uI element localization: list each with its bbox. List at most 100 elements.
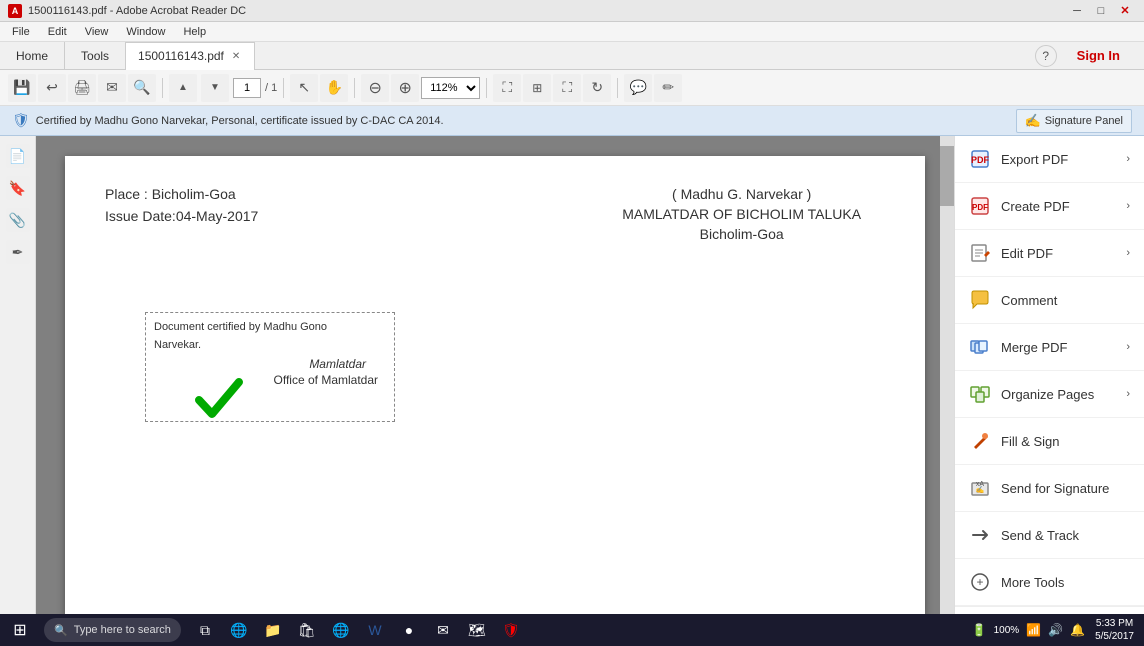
tab-file-label: 1500116143.pdf bbox=[138, 49, 224, 63]
save-button[interactable]: 💾 bbox=[8, 74, 36, 102]
antivirus-button[interactable]: 🛡 bbox=[495, 614, 527, 646]
taskbar-clock[interactable]: 5:33 PM 5/5/2017 bbox=[1091, 617, 1138, 643]
signature-panel-button[interactable]: ✍ Signature Panel bbox=[1016, 109, 1132, 133]
toolbar-separator-4 bbox=[486, 78, 487, 98]
battery-icon: 🔋 bbox=[970, 621, 989, 639]
explorer-button[interactable]: 📁 bbox=[257, 614, 289, 646]
zoom-in-button[interactable]: ⊕ bbox=[391, 74, 419, 102]
pen-button[interactable]: ✏ bbox=[654, 74, 682, 102]
tab-home-label: Home bbox=[16, 49, 48, 63]
sign-in-button[interactable]: Sign In bbox=[1065, 44, 1132, 67]
minimize-button[interactable]: ─ bbox=[1066, 3, 1088, 19]
menu-view[interactable]: View bbox=[77, 24, 117, 40]
hand-tool-button[interactable]: ✋ bbox=[320, 74, 348, 102]
menu-file[interactable]: File bbox=[4, 24, 38, 40]
chrome-button[interactable]: ● bbox=[393, 614, 425, 646]
rotate-button[interactable]: ↻ bbox=[583, 74, 611, 102]
tab-file[interactable]: 1500116143.pdf ✕ bbox=[126, 42, 255, 70]
create-pdf-button[interactable]: PDF Create PDF › bbox=[955, 183, 1144, 230]
back-button[interactable]: ↩ bbox=[38, 74, 66, 102]
export-pdf-button[interactable]: PDF Export PDF › bbox=[955, 136, 1144, 183]
email-button[interactable]: ✉ bbox=[98, 74, 126, 102]
fit-page-button[interactable]: ⛶ bbox=[493, 74, 521, 102]
edit-pdf-button[interactable]: Edit PDF › bbox=[955, 230, 1144, 277]
organize-pages-chevron: › bbox=[1126, 388, 1130, 400]
export-pdf-chevron: › bbox=[1126, 153, 1130, 165]
sidebar-attachments-button[interactable]: 📎 bbox=[6, 208, 30, 232]
sidebar-bookmarks-button[interactable]: 🔖 bbox=[6, 176, 30, 200]
signature-box: Document certified by Madhu Gono Narveka… bbox=[145, 312, 395, 422]
ie-button[interactable]: 🌐 bbox=[325, 614, 357, 646]
page-down-icon: ▼ bbox=[210, 82, 220, 93]
help-button[interactable]: ? bbox=[1035, 45, 1057, 67]
pages-icon: 📄 bbox=[9, 148, 26, 165]
clock-date: 5/5/2017 bbox=[1095, 630, 1134, 643]
menu-edit[interactable]: Edit bbox=[40, 24, 75, 40]
sig-box-name: Mamlatdar bbox=[309, 357, 366, 371]
tab-close-button[interactable]: ✕ bbox=[230, 50, 242, 63]
maximize-button[interactable]: □ bbox=[1090, 3, 1112, 19]
scroll-thumb[interactable] bbox=[940, 146, 954, 206]
taskbar-app-icons: ⧉ 🌐 📁 🛍 🌐 W ● ✉ 🗺 🛡 bbox=[189, 614, 527, 646]
ie-icon: 🌐 bbox=[332, 622, 349, 639]
task-view-button[interactable]: ⧉ bbox=[189, 614, 221, 646]
fit-width-button[interactable]: ⊞ bbox=[523, 74, 551, 102]
tab-home[interactable]: Home bbox=[0, 42, 65, 70]
fill-sign-icon bbox=[969, 430, 991, 452]
mail-button[interactable]: ✉ bbox=[427, 614, 459, 646]
email-icon: ✉ bbox=[106, 79, 118, 96]
checkmark-icon bbox=[194, 372, 244, 422]
comment-toolbar-button[interactable]: 💬 bbox=[624, 74, 652, 102]
cert-message: Certified by Madhu Gono Narvekar, Person… bbox=[36, 115, 444, 127]
sig-panel-icon: ✍ bbox=[1025, 113, 1041, 129]
fill-sign-button[interactable]: Fill & Sign bbox=[955, 418, 1144, 465]
pen-icon: ✏ bbox=[662, 79, 674, 96]
send-signature-label: Send for Signature bbox=[1001, 481, 1130, 496]
chrome-icon: ● bbox=[405, 622, 413, 638]
zoom-in-icon: ⊕ bbox=[399, 78, 412, 98]
pdf-scrollbar[interactable] bbox=[940, 136, 954, 614]
edge-button[interactable]: 🌐 bbox=[223, 614, 255, 646]
pdf-area: Place : Bicholim-Goa Issue Date:04-May-2… bbox=[36, 136, 954, 614]
page-up-button[interactable]: ▲ bbox=[169, 74, 197, 102]
comment-button[interactable]: Comment bbox=[955, 277, 1144, 324]
mail-icon: ✉ bbox=[437, 622, 449, 639]
edit-pdf-label: Edit PDF bbox=[1001, 246, 1116, 261]
store-button[interactable]: 🛍 bbox=[291, 614, 323, 646]
word-button[interactable]: W bbox=[359, 614, 391, 646]
search-icon: 🔍 bbox=[133, 79, 150, 96]
menu-help[interactable]: Help bbox=[175, 24, 214, 40]
menu-window[interactable]: Window bbox=[118, 24, 173, 40]
merge-pdf-button[interactable]: Merge PDF › bbox=[955, 324, 1144, 371]
clock-time: 5:33 PM bbox=[1096, 617, 1133, 630]
send-signature-button[interactable]: ✍ xA Send for Signature bbox=[955, 465, 1144, 512]
close-button[interactable]: ✕ bbox=[1114, 3, 1136, 19]
sidebar-pages-button[interactable]: 📄 bbox=[6, 144, 30, 168]
start-button[interactable]: ⊞ bbox=[0, 614, 40, 646]
send-track-button[interactable]: Send & Track bbox=[955, 512, 1144, 559]
tab-tools[interactable]: Tools bbox=[65, 42, 126, 70]
edit-pdf-icon bbox=[969, 242, 991, 264]
sidebar-review-button[interactable]: ✒ bbox=[6, 240, 30, 264]
full-screen-button[interactable]: ⛶ bbox=[553, 74, 581, 102]
organize-pages-button[interactable]: Organize Pages › bbox=[955, 371, 1144, 418]
help-icon: ? bbox=[1042, 49, 1049, 63]
more-tools-icon: + bbox=[969, 571, 991, 593]
page-down-button[interactable]: ▼ bbox=[201, 74, 229, 102]
taskbar-right: 🔋 100% 📶 🔊 🔔 5:33 PM 5/5/2017 bbox=[964, 614, 1144, 646]
word-icon: W bbox=[368, 622, 381, 638]
create-pdf-chevron: › bbox=[1126, 200, 1130, 212]
cursor-tool-button[interactable]: ↖ bbox=[290, 74, 318, 102]
search-button[interactable]: 🔍 bbox=[128, 74, 156, 102]
left-sidebar: 📄 🔖 📎 ✒ bbox=[0, 136, 36, 614]
page-number-input[interactable]: 1 bbox=[233, 78, 261, 98]
more-tools-button[interactable]: + More Tools bbox=[955, 559, 1144, 606]
antivirus-icon: 🛡 bbox=[502, 622, 520, 639]
zoom-out-button[interactable]: ⊖ bbox=[361, 74, 389, 102]
pdf-content-area: Place : Bicholim-Goa Issue Date:04-May-2… bbox=[105, 186, 885, 242]
maps-button[interactable]: 🗺 bbox=[461, 614, 493, 646]
taskbar-search[interactable]: 🔍 Type here to search bbox=[44, 618, 181, 642]
zoom-select[interactable]: 112% 100% 75% 50% 125% 150% bbox=[421, 77, 480, 99]
rotate-icon: ↻ bbox=[591, 79, 603, 96]
print-button[interactable]: 🖨 bbox=[68, 74, 96, 102]
